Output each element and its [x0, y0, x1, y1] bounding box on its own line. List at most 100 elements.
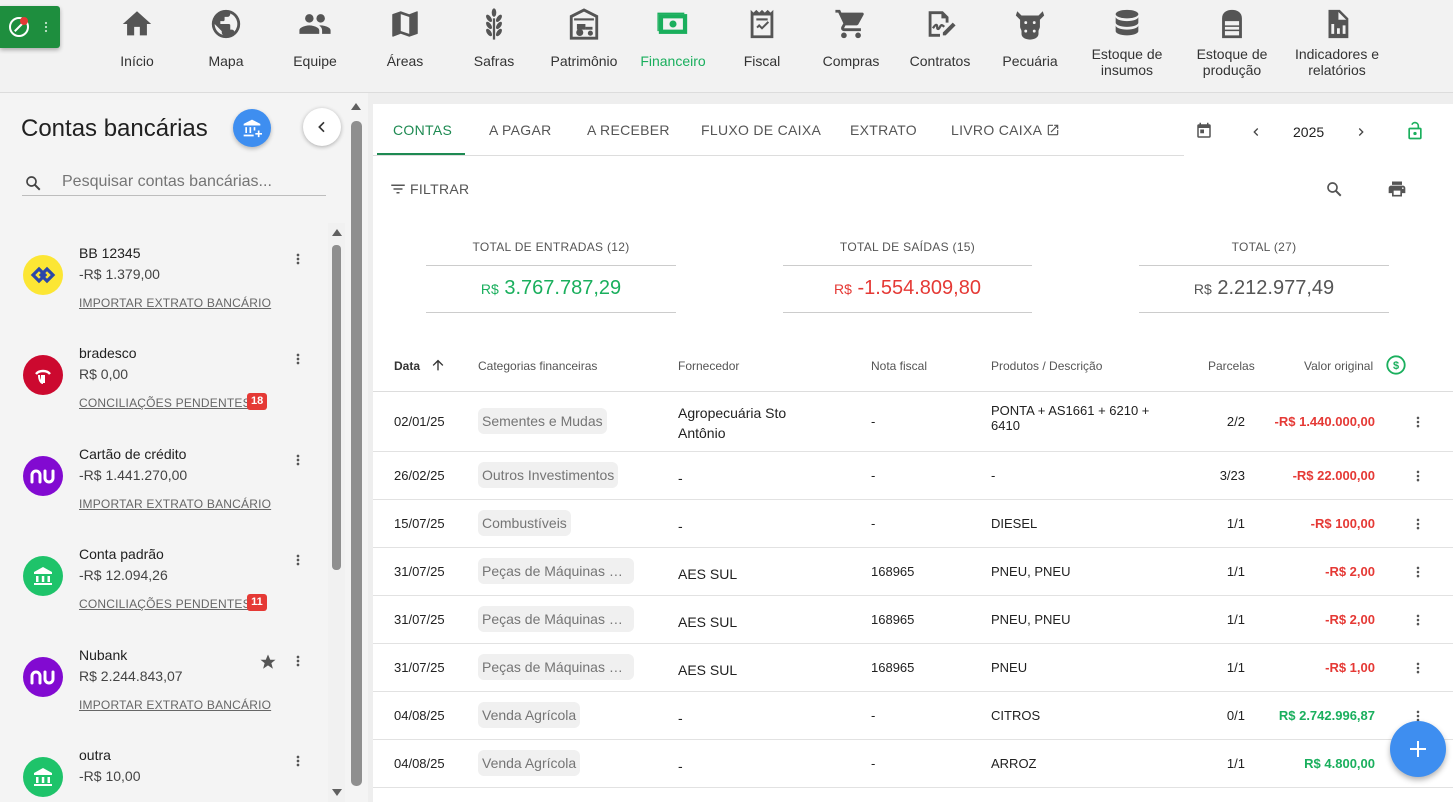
table-row[interactable]: 04/08/25 - - CITROS 0/1 Venda Agrícola R$ 2.74… [373, 692, 1453, 740]
more-vert-icon[interactable] [290, 753, 306, 769]
tab-contas[interactable]: CONTAS [393, 104, 452, 156]
col-parcelas[interactable]: Parcelas [1208, 359, 1255, 373]
category-chip[interactable]: Peças de Máquinas e ... [478, 654, 634, 680]
nav-equipe[interactable]: Equipe [285, 0, 345, 93]
scrollbar-thumb[interactable] [351, 121, 362, 786]
app-logo-tab[interactable] [0, 6, 60, 48]
col-data[interactable]: Data [394, 359, 420, 373]
cell-date: 04/08/25 [394, 756, 445, 771]
table-row[interactable]: 26/02/25 - - - 3/23 Outros Investimentos -R$ 2… [373, 452, 1453, 500]
cell-installments: 1/1 [1226, 660, 1245, 675]
lock-open-icon[interactable] [1405, 121, 1425, 141]
category-chip[interactable]: Outros Investimentos [478, 462, 619, 488]
category-chip[interactable]: Sementes e Mudas [478, 408, 607, 434]
bank-list-scrollbar[interactable] [328, 223, 345, 802]
nav-indicadores-relatorios[interactable]: Indicadores e relatórios [1288, 0, 1386, 93]
table-row[interactable]: 31/07/25 AES SUL 168965 PNEU 1/1 Peças de Máq… [373, 644, 1453, 692]
table-row[interactable]: 04/08/25 - - ARROZ 1/1 Venda Agrícola R$ 4.800… [373, 740, 1453, 788]
tab-livro-caixa[interactable]: LIVRO CAIXA [951, 104, 1060, 156]
import-statement-link[interactable]: IMPORTAR EXTRATO BANCÁRIO [79, 698, 271, 712]
col-categorias[interactable]: Categorias financeiras [478, 359, 597, 373]
category-chip[interactable]: Peças de Máquinas e ... [478, 558, 634, 584]
drag-handle-icon[interactable] [44, 21, 48, 34]
plus-icon [1410, 741, 1426, 757]
table-row[interactable]: 02/01/25 Agropecuária Sto Antônio - PONTA +… [373, 392, 1453, 452]
table-row[interactable]: 31/07/25 AES SUL 168965 PNEU, PNEU 1/1 Peças … [373, 548, 1453, 596]
bank-account-item[interactable]: Conta padrão -R$ 12.094,26 CONCILIAÇÕES … [0, 524, 328, 624]
nav-mapa[interactable]: Mapa [201, 0, 251, 93]
scroll-down-arrow-icon[interactable] [332, 789, 342, 796]
import-statement-link[interactable]: IMPORTAR EXTRATO BANCÁRIO [79, 296, 271, 310]
chevron-left-icon[interactable] [1249, 125, 1263, 139]
nav-areas[interactable]: Áreas [380, 0, 430, 93]
bank-account-item[interactable]: outra -R$ 10,00 [0, 725, 328, 802]
calendar-icon[interactable] [1195, 122, 1213, 140]
nav-pecuaria[interactable]: Pecuária [995, 0, 1065, 93]
more-vert-icon[interactable] [1411, 565, 1425, 579]
category-chip[interactable]: Combustíveis [478, 510, 571, 536]
more-vert-icon[interactable] [1411, 469, 1425, 483]
col-produtos[interactable]: Produtos / Descrição [991, 359, 1102, 373]
table-row[interactable]: 15/07/25 - - DIESEL 1/1 Combustíveis -R$ 100,0… [373, 500, 1453, 548]
more-vert-icon[interactable] [290, 653, 306, 669]
more-vert-icon[interactable] [1411, 613, 1425, 627]
coin-cycle-icon[interactable]: $ [1385, 354, 1407, 376]
nav-compras[interactable]: Compras [816, 0, 886, 93]
col-valor-original[interactable]: Valor original [1304, 359, 1373, 373]
bank-search [22, 168, 326, 196]
bank-search-input[interactable] [62, 170, 322, 194]
tab-a-receber[interactable]: A RECEBER [587, 104, 670, 156]
pending-reconciliations-link[interactable]: CONCILIAÇÕES PENDENTES [79, 396, 251, 410]
col-fornecedor[interactable]: Fornecedor [678, 359, 739, 373]
scroll-up-arrow-icon[interactable] [332, 229, 342, 236]
cell-value: -R$ 1,00 [1325, 660, 1375, 675]
more-vert-icon[interactable] [290, 452, 306, 468]
nav-estoque-producao[interactable]: Estoque de produção [1188, 0, 1276, 93]
tab-fluxo-de-caixa[interactable]: FLUXO DE CAIXA [701, 104, 821, 156]
pending-reconciliations-link[interactable]: CONCILIAÇÕES PENDENTES [79, 597, 251, 611]
bank-account-item[interactable]: Cartão de crédito -R$ 1.441.270,00 IMPOR… [0, 424, 328, 524]
add-transaction-button[interactable] [1390, 721, 1446, 777]
more-vert-icon[interactable] [290, 351, 306, 367]
nav-estoque-insumos[interactable]: Estoque de insumos [1082, 0, 1172, 93]
cell-product: CITROS [991, 708, 1041, 723]
table-row[interactable]: 31/07/25 AES SUL 168965 PNEU, PNEU 1/1 Peças … [373, 596, 1453, 644]
notification-dot [20, 17, 28, 25]
more-vert-icon[interactable] [290, 552, 306, 568]
more-vert-icon[interactable] [290, 251, 306, 267]
col-nota-fiscal[interactable]: Nota fiscal [871, 359, 927, 373]
tractor-barn-icon [569, 8, 599, 40]
arrow-up-icon[interactable] [430, 357, 446, 373]
nav-contratos[interactable]: Contratos [902, 0, 978, 93]
bank-account-item[interactable]: bradesco R$ 0,00 CONCILIAÇÕES PENDENTES … [0, 323, 328, 423]
more-vert-icon[interactable] [1411, 415, 1425, 429]
scrollbar-thumb[interactable] [332, 245, 341, 570]
category-chip[interactable]: Venda Agrícola [478, 702, 581, 728]
total-geral-value: R$ 2.212.977,49 [1193, 277, 1335, 299]
filter-button[interactable]: FILTRAR [389, 180, 469, 198]
cell-date: 26/02/25 [394, 468, 445, 483]
more-vert-icon[interactable] [1411, 661, 1425, 675]
star-icon[interactable] [259, 653, 277, 671]
scroll-up-arrow-icon[interactable] [351, 103, 361, 110]
chevron-right-icon[interactable] [1354, 125, 1368, 139]
nav-financeiro[interactable]: Financeiro [636, 0, 710, 93]
more-vert-icon[interactable] [1411, 517, 1425, 531]
category-chip[interactable]: Venda Agrícola [478, 750, 581, 776]
bank-account-item[interactable]: BB 12345 -R$ 1.379,00 IMPORTAR EXTRATO B… [0, 223, 328, 323]
print-icon[interactable] [1387, 179, 1407, 199]
active-tab-indicator [377, 153, 465, 155]
panel-scrollbar[interactable] [345, 93, 368, 802]
add-bank-account-button[interactable] [233, 109, 271, 147]
nav-inicio[interactable]: Início [112, 0, 162, 93]
tab-extrato[interactable]: EXTRATO [850, 104, 917, 156]
nav-safras[interactable]: Safras [469, 0, 519, 93]
bank-account-item[interactable]: Nubank R$ 2.244.843,07 IMPORTAR EXTRATO … [0, 625, 328, 725]
nav-patrimonio[interactable]: Patrimônio [544, 0, 624, 93]
import-statement-link[interactable]: IMPORTAR EXTRATO BANCÁRIO [79, 497, 271, 511]
category-chip[interactable]: Peças de Máquinas e ... [478, 606, 634, 632]
nav-fiscal[interactable]: Fiscal [737, 0, 787, 93]
tab-a-pagar[interactable]: A PAGAR [489, 104, 552, 156]
search-icon[interactable] [1325, 180, 1343, 198]
collapse-panel-button[interactable] [303, 108, 341, 146]
